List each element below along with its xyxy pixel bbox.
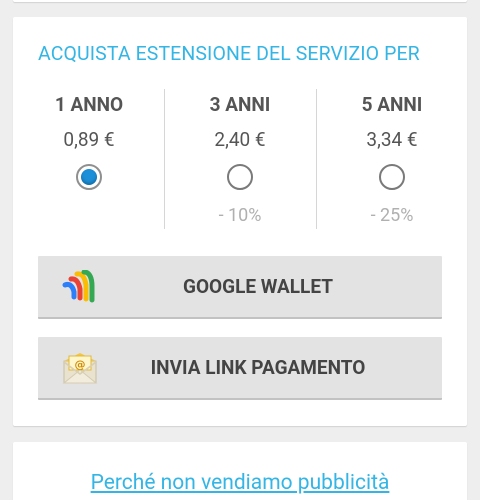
plan-price: 2,40 € bbox=[214, 128, 266, 151]
plan-price: 0,89 € bbox=[63, 128, 115, 151]
google-wallet-button[interactable]: GOOGLE WALLET bbox=[38, 256, 442, 319]
info-card: Perché non vendiamo pubblicità bbox=[13, 442, 467, 500]
plan-option-3-years[interactable]: 3 ANNI 2,40 € - 10% bbox=[164, 89, 316, 231]
plan-option-5-years[interactable]: 5 ANNI 3,34 € - 25% bbox=[316, 89, 468, 231]
plan-option-1-year[interactable]: 1 ANNO 0,89 € bbox=[13, 89, 165, 231]
plan-title: 1 ANNO bbox=[54, 93, 124, 116]
google-wallet-label: GOOGLE WALLET bbox=[183, 275, 333, 298]
plan-radio-1-year[interactable] bbox=[76, 164, 102, 190]
plan-title: 3 ANNI bbox=[209, 93, 271, 116]
plan-radio-5-years[interactable] bbox=[379, 164, 405, 190]
previous-card bbox=[13, 0, 467, 2]
plan-options: 1 ANNO 0,89 € 3 ANNI 2,40 € - 10% 5 ANNI… bbox=[13, 89, 467, 231]
plan-radio-3-years[interactable] bbox=[227, 164, 253, 190]
purchase-heading: ACQUISTA ESTENSIONE DEL SERVIZIO PER bbox=[38, 42, 420, 65]
plan-title: 5 ANNI bbox=[361, 93, 423, 116]
plan-discount: - 10% bbox=[218, 205, 262, 226]
plan-price: 3,34 € bbox=[366, 128, 418, 151]
why-no-ads-link[interactable]: Perché non vendiamo pubblicità bbox=[13, 471, 467, 495]
send-payment-link-button[interactable]: @ INVIA LINK PAGAMENTO bbox=[38, 337, 442, 400]
plan-discount: - 25% bbox=[370, 205, 414, 226]
radio-selected-dot bbox=[81, 169, 97, 185]
send-payment-link-label: INVIA LINK PAGAMENTO bbox=[150, 356, 366, 379]
purchase-extension-card: ACQUISTA ESTENSIONE DEL SERVIZIO PER 1 A… bbox=[13, 17, 467, 426]
